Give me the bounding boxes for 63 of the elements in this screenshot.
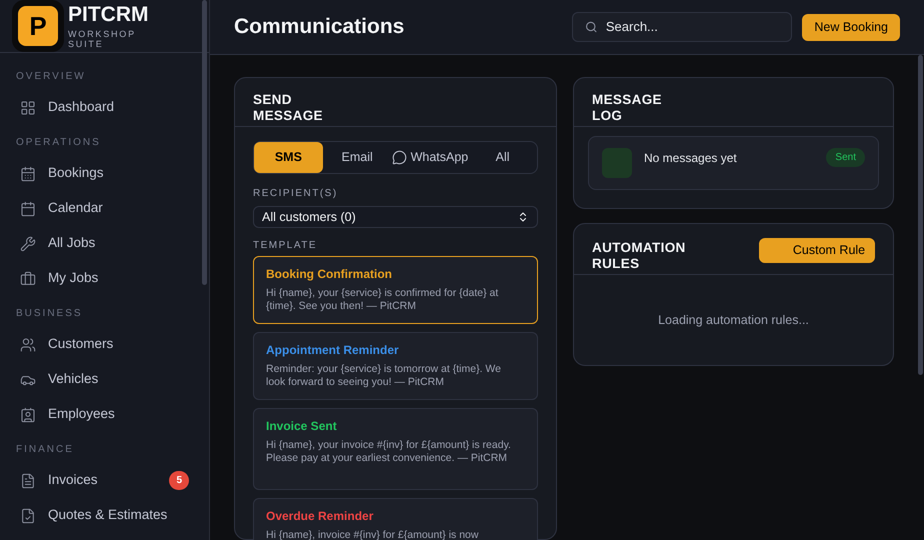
section-heading: OPERATIONS [15,136,102,150]
section-heading: FINANCE [15,443,75,457]
brand-tagline: WORKSHOP SUITE [68,28,137,48]
document-icon [20,472,36,488]
template-card[interactable]: Invoice Sent Hi {name}, your invoice #{inv} for £{amount} is ready. Please pay at your earliest convenience. — PitCRM [253,408,538,490]
page-title: Communications [234,14,406,40]
card-title: MESSAGE LOG [592,92,663,124]
section-heading: OVERVIEW [15,70,87,84]
channel-tab[interactable]: SMS [254,142,323,173]
chat-bubble-icon [392,150,407,165]
nav-item[interactable]: My Jobs [8,261,201,296]
template-name: Overdue Reminder [266,508,374,525]
template-name: Invoice Sent [266,418,338,435]
avatar-placeholder [602,148,632,178]
template-body: Hi {name}, your {service} is confirmed for {date} at {time}. See you then! — PitCRM [266,287,500,313]
search-input[interactable]: Search... [606,17,780,37]
template-card[interactable]: Appointment Reminder Reminder: your {service} is tomorrow at {time}. We look forward to seeing you! — PitCRM [253,332,538,400]
card-title: SEND MESSAGE [253,92,324,124]
search-icon [585,20,598,34]
channel-tab[interactable]: All [468,142,538,173]
grid-icon [20,100,36,116]
calendar-icon [20,166,36,182]
nav-item[interactable]: Bookings [8,156,201,191]
nav-item[interactable]: Vehicles [8,362,201,397]
custom-rule-button[interactable]: Custom Rule [759,238,875,263]
new-booking-button[interactable]: New Booking [802,14,900,40]
scrollbar-thumb[interactable] [918,55,923,375]
scrollbar-thumb[interactable] [202,0,207,285]
nav-item[interactable]: All Jobs [8,226,201,261]
chevron-icon [517,211,529,223]
template-name: Booking Confirmation [266,266,393,283]
document-icon [20,508,36,524]
recipient-select[interactable]: All customers (0) [253,206,538,228]
wrench-icon [20,236,36,252]
search-field[interactable]: Search... [572,12,792,42]
calendar-icon [20,200,36,216]
template-card[interactable]: Booking Confirmation Hi {name}, your {service} is confirmed for {date} at {time}. See you then! — PitCRM [253,256,538,324]
message-text: No messages yet [644,150,738,167]
channel-tab[interactable]: Email [322,142,392,173]
brand-name: PITCRM [68,4,148,24]
users-icon [20,336,36,352]
template-card[interactable]: Overdue Reminder Hi {name}, invoice #{inv} for £{amount} is now [253,498,538,540]
loading-text: Loading automation rules... [658,312,809,329]
briefcase-icon [20,270,36,286]
nav-item[interactable]: Quotes & Estimates [8,498,201,533]
status-badge: Sent [826,148,865,167]
template-body: Reminder: your {service} is tomorrow at {time}. We look forward to seeing you! — PitCRM [266,363,502,389]
nav-item[interactable]: Dashboard [8,90,201,125]
logo-icon: P [12,0,64,52]
template-body: Hi {name}, invoice #{inv} for £{amount} is now [266,529,480,540]
card-title: AUTOMATION RULES [592,239,687,272]
template-body: Hi {name}, your invoice #{inv} for £{amount} is ready. Please pay at your earliest convenience. — PitCRM [266,439,512,465]
nav-item[interactable]: Customers [8,327,201,362]
nav-item[interactable]: Employees [8,397,201,432]
nav-item[interactable]: Calendar [8,191,201,226]
nav-item[interactable]: Invoices 5 [8,463,201,498]
count-badge: 5 [169,471,189,490]
field-label: TEMPLATE [253,239,318,253]
channel-tab[interactable]: WhatsApp [392,142,468,173]
template-name: Appointment Reminder [266,342,400,359]
section-heading: BUSINESS [15,307,84,321]
field-label: RECIPIENT(S) [253,187,339,201]
id-card-icon [20,406,36,422]
